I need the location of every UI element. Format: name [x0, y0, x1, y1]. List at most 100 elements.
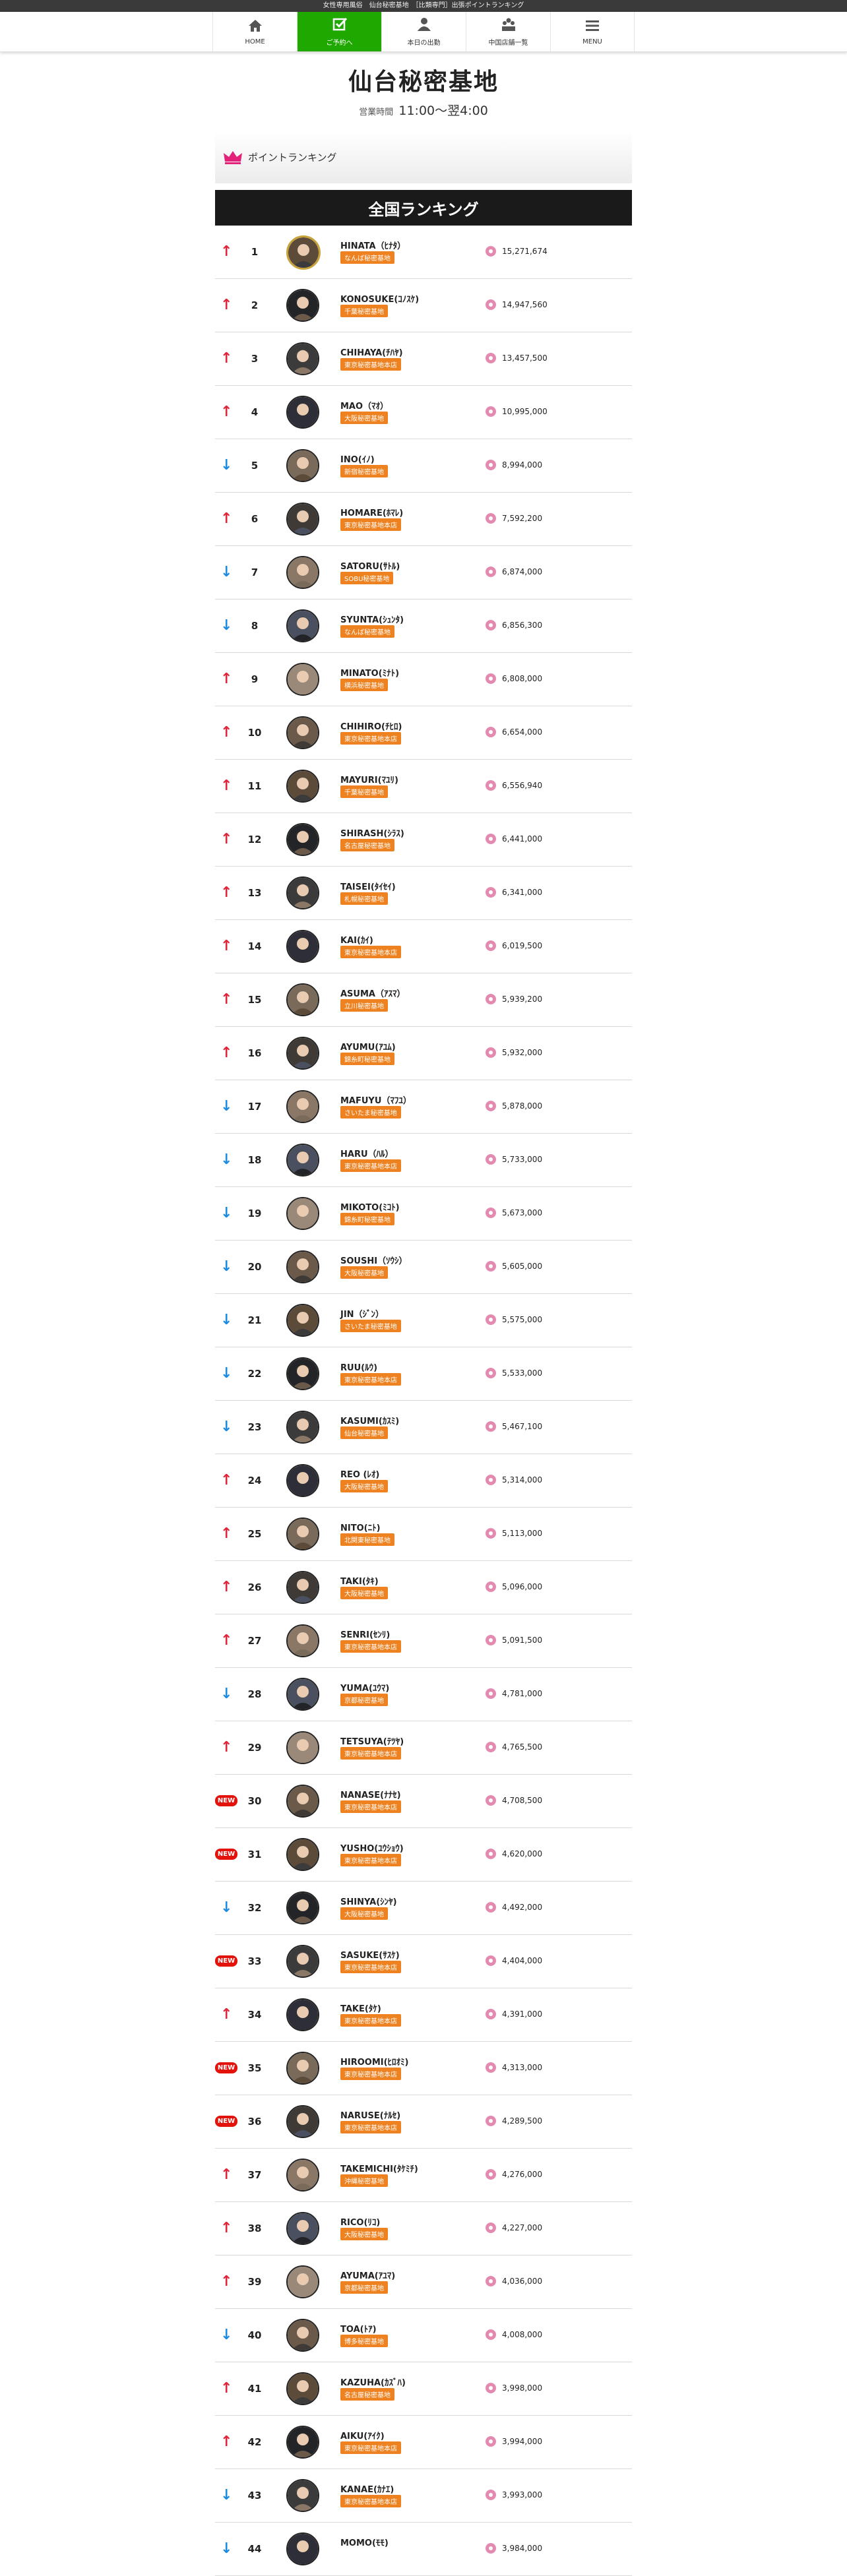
ranking-row[interactable]: ↓ 32 SHINYA(ｼﾝﾔ) 大阪秘密基地 4,492,000 [215, 1882, 632, 1935]
therapist-name[interactable]: CHIHAYA(ﾁﾊﾔ) [340, 346, 403, 358]
therapist-name[interactable]: INO(ｲﾉ) [340, 452, 375, 465]
ranking-row[interactable]: ↑ 37 TAKEMICHI(ﾀｹﾐﾁ) 沖縄秘密基地 4,276,000 [215, 2149, 632, 2202]
therapist-name[interactable]: MINATO(ﾐﾅﾄ) [340, 666, 399, 679]
therapist-name[interactable]: NANASE(ﾅﾅｾ) [340, 1788, 401, 1800]
avatar[interactable] [286, 1731, 319, 1764]
therapist-name[interactable]: JIN（ｼﾞﾝ） [340, 1307, 384, 1320]
nav-today-attendance[interactable]: 本日の出勤 [381, 12, 466, 51]
avatar[interactable] [286, 823, 319, 856]
ranking-row[interactable]: ↓ 43 KANAE(ｶﾅｴ) 東京秘密基地本店 3,993,000 [215, 2469, 632, 2523]
avatar[interactable] [286, 2319, 319, 2352]
ranking-row[interactable]: ↑ 11 MAYURI(ﾏﾕﾘ) 千葉秘密基地 6,556,940 [215, 760, 632, 813]
avatar[interactable] [286, 1838, 319, 1871]
ranking-row[interactable]: ↓ 21 JIN（ｼﾞﾝ） さいたま秘密基地 5,575,000 [215, 1294, 632, 1347]
therapist-name[interactable]: CHIHIRO(ﾁﾋﾛ) [340, 720, 402, 732]
avatar[interactable] [286, 983, 319, 1016]
avatar[interactable] [286, 1144, 319, 1177]
avatar[interactable] [286, 1464, 319, 1497]
therapist-name[interactable]: REO (ﾚｵ) [340, 1467, 379, 1480]
therapist-name[interactable]: YUMA(ﾕｳﾏ) [340, 1681, 389, 1694]
ranking-row[interactable]: ↑ 6 HOMARE(ﾎﾏﾚ) 東京秘密基地本店 7,592,200 [215, 493, 632, 546]
ranking-row[interactable]: ↑ 42 AIKU(ｱｲｸ) 東京秘密基地本店 3,994,000 [215, 2416, 632, 2469]
avatar[interactable] [286, 1678, 319, 1711]
therapist-name[interactable]: MAYURI(ﾏﾕﾘ) [340, 773, 398, 785]
ranking-row[interactable]: ↓ 44 MOMO(ﾓﾓ) 3,984,000 [215, 2523, 632, 2576]
nav-store-list[interactable]: 中国店舗一覧 [466, 12, 550, 51]
ranking-row[interactable]: ↑ 2 KONOSUKE(ｺﾉｽｹ) 千葉秘密基地 14,947,560 [215, 279, 632, 332]
avatar[interactable] [286, 1624, 319, 1657]
avatar[interactable] [286, 2372, 319, 2405]
therapist-name[interactable]: KANAE(ｶﾅｴ) [340, 2482, 394, 2495]
nav-reservation[interactable]: ご予約へ [297, 12, 381, 51]
therapist-name[interactable]: KASUMI(ｶｽﾐ) [340, 1414, 399, 1426]
ranking-row[interactable]: ↑ 9 MINATO(ﾐﾅﾄ) 横浜秘密基地 6,808,000 [215, 653, 632, 706]
avatar[interactable] [286, 1571, 319, 1604]
therapist-name[interactable]: MAO（ﾏｵ） [340, 399, 389, 412]
ranking-row[interactable]: ↑ 12 SHIRASH(ｼﾗｽ) 名古屋秘密基地 6,441,000 [215, 813, 632, 867]
ranking-row[interactable]: ↓ 28 YUMA(ﾕｳﾏ) 京都秘密基地 4,781,000 [215, 1668, 632, 1721]
ranking-row[interactable]: ↓ 40 TOA(ﾄｱ) 博多秘密基地 4,008,000 [215, 2309, 632, 2362]
avatar[interactable] [286, 1945, 319, 1978]
avatar[interactable] [286, 289, 319, 322]
therapist-name[interactable]: SATORU(ｻﾄﾙ) [340, 559, 400, 572]
ranking-row[interactable]: NEW 35 HIROOMI(ﾋﾛｵﾐ) 東京秘密基地本店 4,313,000 [215, 2042, 632, 2095]
avatar[interactable] [286, 930, 319, 963]
avatar[interactable] [286, 1357, 319, 1390]
therapist-name[interactable]: TETSUYA(ﾃﾂﾔ) [340, 1734, 404, 1747]
therapist-name[interactable]: TAKE(ﾀｹ) [340, 2002, 381, 2014]
therapist-name[interactable]: MIKOTO(ﾐｺﾄ) [340, 1200, 400, 1213]
ranking-row[interactable]: ↑ 15 ASUMA（ｱｽﾏ） 立川秘密基地 5,939,200 [215, 973, 632, 1027]
therapist-name[interactable]: YUSHO(ﾕｳｼｮｳ) [340, 1841, 404, 1854]
avatar[interactable] [286, 1411, 319, 1444]
avatar[interactable] [286, 663, 319, 696]
ranking-row[interactable]: ↑ 27 SENRI(ｾﾝﾘ) 東京秘密基地本店 5,091,500 [215, 1614, 632, 1668]
ranking-row[interactable]: ↑ 3 CHIHAYA(ﾁﾊﾔ) 東京秘密基地本店 13,457,500 [215, 332, 632, 386]
avatar[interactable] [286, 1998, 319, 2031]
therapist-name[interactable]: SOUSHI（ｿｳｼ） [340, 1254, 408, 1266]
therapist-name[interactable]: AIKU(ｱｲｸ) [340, 2429, 385, 2441]
ranking-row[interactable]: ↑ 39 AYUMA(ｱﾕﾏ) 京都秘密基地 4,036,000 [215, 2255, 632, 2309]
ranking-row[interactable]: NEW 31 YUSHO(ﾕｳｼｮｳ) 東京秘密基地本店 4,620,000 [215, 1828, 632, 1882]
avatar[interactable] [286, 716, 319, 749]
nav-home[interactable]: HOME [212, 12, 297, 51]
therapist-name[interactable]: HOMARE(ﾎﾏﾚ) [340, 506, 403, 518]
ranking-row[interactable]: ↑ 26 TAKI(ﾀｷ) 大阪秘密基地 5,096,000 [215, 1561, 632, 1614]
avatar[interactable] [286, 1891, 319, 1924]
therapist-name[interactable]: SHIRASH(ｼﾗｽ) [340, 826, 404, 839]
therapist-name[interactable]: HIROOMI(ﾋﾛｵﾐ) [340, 2055, 409, 2068]
avatar[interactable] [286, 2052, 319, 2085]
ranking-row[interactable]: ↓ 8 SYUNTA(ｼｭﾝﾀ) なんば秘密基地 6,856,300 [215, 599, 632, 653]
avatar[interactable] [286, 449, 319, 482]
therapist-name[interactable]: SENRI(ｾﾝﾘ) [340, 1628, 390, 1640]
ranking-row[interactable]: ↑ 38 RICO(ﾘｺ) 大阪秘密基地 4,227,000 [215, 2202, 632, 2255]
avatar[interactable] [286, 770, 319, 803]
avatar[interactable] [286, 609, 319, 642]
ranking-row[interactable]: ↑ 13 TAISEI(ﾀｲｾｲ) 札幌秘密基地 6,341,000 [215, 867, 632, 920]
ranking-row[interactable]: ↑ 4 MAO（ﾏｵ） 大阪秘密基地 10,995,000 [215, 386, 632, 439]
therapist-name[interactable]: AYUMA(ｱﾕﾏ) [340, 2269, 395, 2281]
avatar[interactable] [286, 556, 319, 589]
avatar[interactable] [286, 2479, 319, 2512]
therapist-name[interactable]: AYUMU(ｱﾕﾑ) [340, 1040, 396, 1053]
nav-menu[interactable]: MENU [550, 12, 635, 51]
therapist-name[interactable]: TAKEMICHI(ﾀｹﾐﾁ) [340, 2162, 418, 2174]
ranking-row[interactable]: ↓ 7 SATORU(ｻﾄﾙ) SOBU秘密基地 6,874,000 [215, 546, 632, 599]
ranking-row[interactable]: NEW 33 SASUKE(ｻｽｹ) 東京秘密基地本店 4,404,000 [215, 1935, 632, 1988]
ranking-row[interactable]: ↑ 10 CHIHIRO(ﾁﾋﾛ) 東京秘密基地本店 6,654,000 [215, 706, 632, 760]
ranking-row[interactable]: ↑ 16 AYUMU(ｱﾕﾑ) 錦糸町秘密基地 5,932,000 [215, 1027, 632, 1080]
therapist-name[interactable]: RICO(ﾘｺ) [340, 2215, 380, 2228]
therapist-name[interactable]: RUU(ﾙｳ) [340, 1361, 377, 1373]
avatar[interactable] [286, 2426, 319, 2459]
ranking-row[interactable]: ↑ 29 TETSUYA(ﾃﾂﾔ) 東京秘密基地本店 4,765,500 [215, 1721, 632, 1775]
avatar[interactable] [286, 2265, 319, 2298]
avatar[interactable] [286, 1090, 319, 1123]
ranking-row[interactable]: ↓ 5 INO(ｲﾉ) 新宿秘密基地 8,994,000 [215, 439, 632, 493]
ranking-row[interactable]: ↑ 1 HINATA（ﾋﾅﾀ） なんば秘密基地 15,271,674 [215, 226, 632, 279]
therapist-name[interactable]: HINATA（ﾋﾅﾀ） [340, 239, 406, 251]
ranking-row[interactable]: ↑ 34 TAKE(ﾀｹ) 東京秘密基地本店 4,391,000 [215, 1988, 632, 2042]
avatar[interactable] [286, 396, 319, 429]
therapist-name[interactable]: SASUKE(ｻｽｹ) [340, 1948, 400, 1961]
ranking-row[interactable]: ↑ 25 NITO(ﾆﾄ) 北関東秘密基地 5,113,000 [215, 1508, 632, 1561]
ranking-row[interactable]: ↓ 18 HARU（ﾊﾙ） 東京秘密基地本店 5,733,000 [215, 1134, 632, 1187]
avatar[interactable] [286, 1037, 319, 1070]
